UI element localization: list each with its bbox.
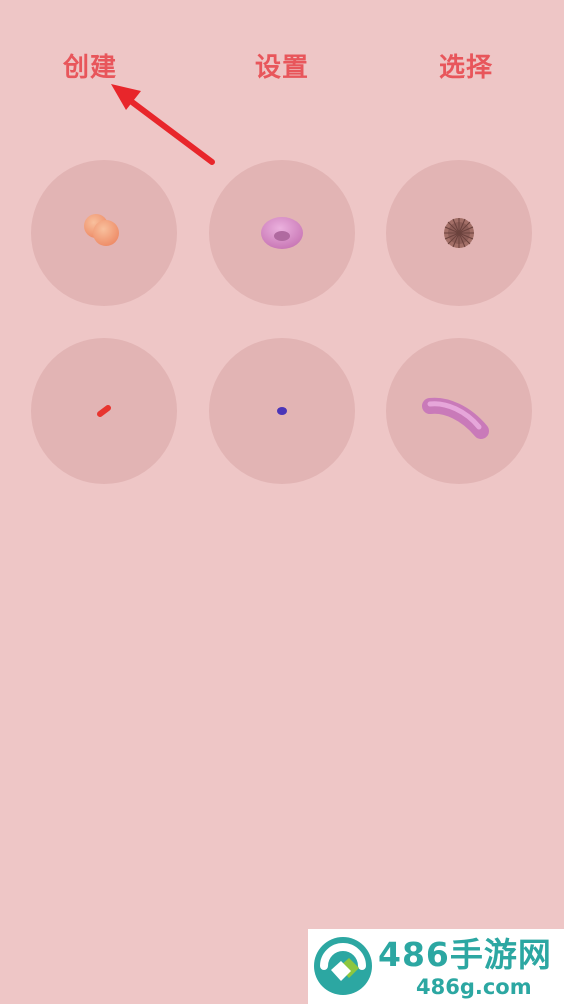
watermark-title: 486手游网 — [378, 935, 552, 974]
small-capsule-icon — [97, 405, 111, 417]
site-logo-icon — [314, 937, 372, 995]
double-sphere-icon — [84, 214, 119, 246]
torus-icon — [261, 217, 303, 249]
watermark: 486手游网 486g.com — [308, 929, 564, 1004]
watermark-url: 486g.com — [416, 975, 532, 999]
shape-button-4[interactable] — [31, 338, 177, 484]
shape-grid — [0, 0, 564, 520]
curved-tube-icon — [422, 397, 489, 439]
shape-button-3[interactable] — [386, 160, 532, 306]
shape-button-2[interactable] — [209, 160, 355, 306]
shape-button-1[interactable] — [31, 160, 177, 306]
small-blob-icon — [277, 407, 287, 415]
shape-button-6[interactable] — [386, 338, 532, 484]
shape-button-5[interactable] — [209, 338, 355, 484]
spiky-ball-icon — [444, 218, 474, 248]
